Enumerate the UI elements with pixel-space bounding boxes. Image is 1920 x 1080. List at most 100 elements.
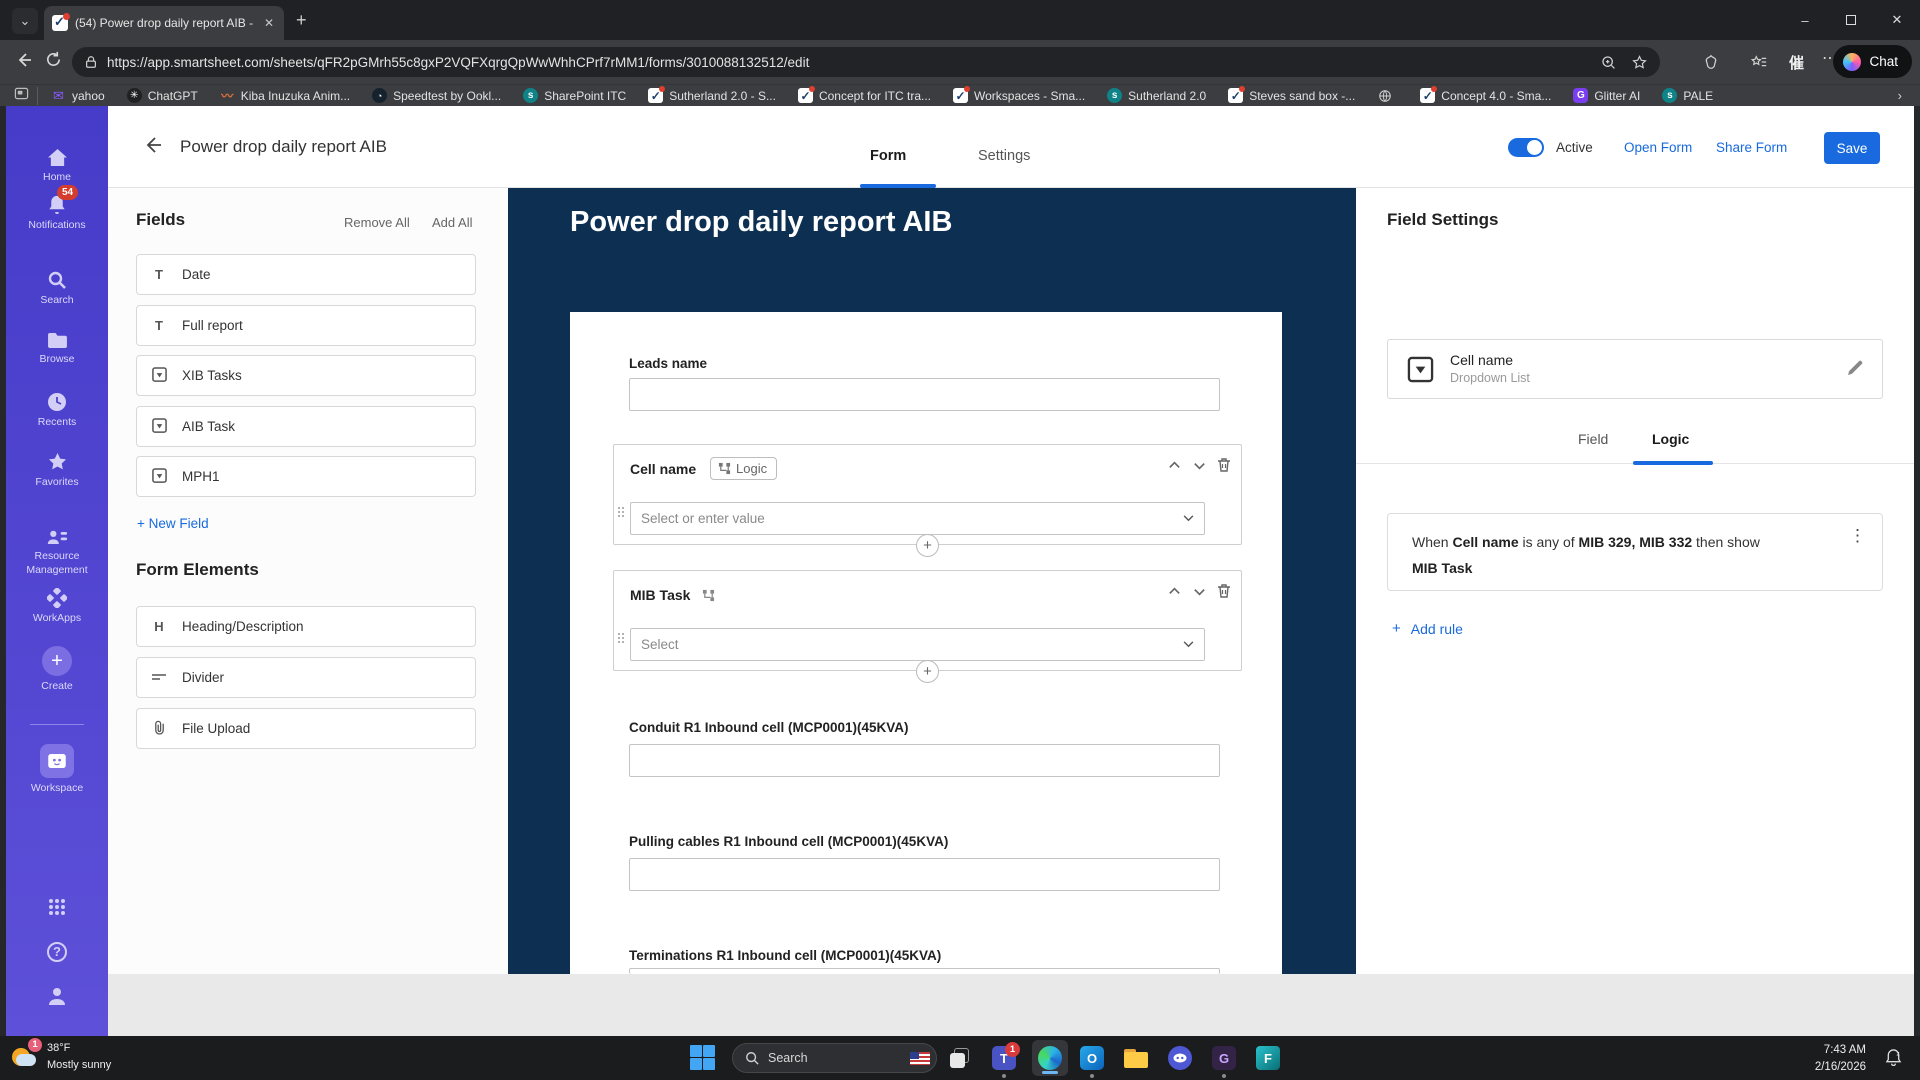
drag-handle[interactable] — [618, 507, 626, 519]
logic-rule-card[interactable]: When Cell name is any of MIB 329, MIB 33… — [1387, 513, 1883, 591]
bookmark-speedtest[interactable]: ◔ Speedtest by Ookl... — [363, 88, 510, 103]
element-file-upload[interactable]: File Upload — [136, 708, 476, 749]
minimize-button[interactable]: – — [1782, 0, 1828, 40]
field-item-full-report[interactable]: T Full report — [136, 305, 476, 346]
taskbar-weather[interactable]: 1 38°F Mostly sunny — [10, 1037, 111, 1073]
browser-tab[interactable]: ✓ (54) Power drop daily report AIB - ✕ — [44, 6, 284, 40]
edge-app-icon[interactable] — [1032, 1040, 1068, 1076]
close-button[interactable]: ✕ — [1874, 0, 1920, 40]
teams-app-icon[interactable]: T 1 — [990, 1042, 1020, 1078]
new-field-link[interactable]: + New Field — [137, 516, 209, 531]
browser-essentials-icon[interactable] — [1702, 53, 1720, 76]
sidebar-item-resource-management[interactable]: Resource Management — [6, 530, 108, 577]
mib-task-select[interactable]: Select — [630, 628, 1205, 661]
move-up-icon[interactable] — [1167, 584, 1182, 599]
move-down-icon[interactable] — [1192, 584, 1207, 599]
bookmarks-overflow-icon[interactable]: › — [1898, 88, 1910, 103]
kanji-extension-icon[interactable]: 催 — [1789, 52, 1804, 73]
tab-form[interactable]: Form — [870, 148, 906, 164]
sidebar-item-create[interactable]: + Create — [6, 646, 108, 694]
add-rule-link[interactable]: + Add rule — [1392, 620, 1463, 637]
bookmark-yahoo[interactable]: ✉ yahoo — [42, 88, 114, 103]
remove-all-link[interactable]: Remove All — [344, 215, 410, 230]
sidebar-apps-grid[interactable] — [6, 898, 108, 916]
bookmark-workspaces[interactable]: ✓ Workspaces - Sma... — [944, 86, 1094, 103]
edit-pencil-icon[interactable] — [1846, 359, 1864, 382]
sidebar-account[interactable] — [6, 986, 108, 1006]
field-item-mph1[interactable]: MPH1 — [136, 456, 476, 497]
move-down-icon[interactable] — [1192, 458, 1207, 473]
sidebar-item-home[interactable]: Home — [6, 148, 108, 185]
field-item-aib-task[interactable]: AIB Task — [136, 406, 476, 447]
bookmark-sutherland-2-s[interactable]: ✓ Sutherland 2.0 - S... — [639, 86, 785, 103]
bookmark-pale[interactable]: s PALE — [1653, 88, 1722, 103]
g-app-icon[interactable]: G — [1210, 1044, 1238, 1078]
open-form-link[interactable]: Open Form — [1624, 140, 1692, 155]
sidebar-item-favorites[interactable]: Favorites — [6, 452, 108, 490]
forms-app-icon[interactable]: F — [1254, 1044, 1282, 1072]
bookmark-chatgpt[interactable]: ✳ ChatGPT — [118, 88, 207, 103]
notification-bell-icon[interactable]: z — [1885, 1048, 1902, 1071]
field-item-date[interactable]: T Date — [136, 254, 476, 295]
mib-task-block[interactable]: MIB Task Select — [613, 570, 1242, 671]
tab-settings[interactable]: Settings — [978, 148, 1030, 164]
field-item-xib-tasks[interactable]: XIB Tasks — [136, 355, 476, 396]
outlook-app-icon[interactable]: O — [1078, 1044, 1106, 1078]
tab-close-icon[interactable]: ✕ — [262, 16, 276, 30]
file-explorer-icon[interactable] — [1122, 1044, 1150, 1072]
sidebar-item-workspace[interactable]: Workspace — [6, 744, 108, 796]
back-arrow-icon[interactable] — [142, 134, 164, 161]
bookmark-concept-4[interactable]: ✓ Concept 4.0 - Sma... — [1411, 86, 1560, 103]
sidebar-item-search[interactable]: Search — [6, 270, 108, 308]
add-all-link[interactable]: Add All — [432, 215, 472, 230]
collections-icon[interactable] — [1750, 53, 1768, 76]
zoom-page-icon[interactable] — [1600, 54, 1617, 71]
conduit-input[interactable] — [629, 744, 1220, 777]
taskbar-search[interactable]: Search — [732, 1043, 937, 1073]
tab-search-button[interactable]: ⌄ — [12, 8, 38, 34]
new-tab-button[interactable]: + — [296, 10, 307, 31]
logic-chip[interactable]: Logic — [710, 457, 778, 480]
add-field-between-button[interactable]: + — [916, 534, 939, 557]
tab-logic[interactable]: Logic — [1652, 431, 1689, 447]
bookmark-glitter-ai[interactable]: G Glitter AI — [1564, 88, 1649, 103]
trash-icon[interactable] — [1217, 457, 1231, 473]
sidebar-item-recents[interactable]: Recents — [6, 392, 108, 430]
url-bar[interactable]: https://app.smartsheet.com/sheets/qFR2pG… — [72, 47, 1660, 77]
share-form-link[interactable]: Share Form — [1716, 140, 1787, 155]
task-view-button[interactable] — [946, 1044, 974, 1072]
pulling-cables-input[interactable] — [629, 858, 1220, 891]
bookmark-sutherland-2[interactable]: s Sutherland 2.0 — [1098, 88, 1215, 103]
active-toggle[interactable] — [1508, 138, 1544, 157]
bookmark-concept-itc[interactable]: ✓ Concept for ITC tra... — [789, 86, 940, 103]
sidebar-item-browse[interactable]: Browse — [6, 332, 108, 367]
taskbar-clock[interactable]: 7:43 AM 2/16/2026 — [1815, 1042, 1866, 1075]
refresh-icon[interactable] — [44, 50, 63, 74]
copilot-chat-button[interactable]: Chat — [1833, 45, 1912, 78]
maximize-button[interactable] — [1828, 0, 1874, 40]
add-field-between-button[interactable]: + — [916, 660, 939, 683]
bookmark-steves-sandbox[interactable]: ✓ Steves sand box -... — [1219, 86, 1364, 103]
bookmark-sharepoint-itc[interactable]: s SharePoint ITC — [514, 88, 635, 103]
discord-app-icon[interactable] — [1166, 1044, 1194, 1072]
bookmark-globe[interactable] — [1368, 88, 1407, 103]
element-heading-description[interactable]: H Heading/Description — [136, 606, 476, 647]
bookmark-star-icon[interactable] — [1631, 54, 1648, 71]
sidebar-help[interactable]: ? — [6, 942, 108, 962]
back-icon[interactable] — [14, 50, 34, 75]
save-button[interactable]: Save — [1824, 132, 1880, 164]
cell-name-select[interactable]: Select or enter value — [630, 502, 1205, 535]
rule-menu-icon[interactable]: ⋮ — [1849, 526, 1866, 546]
leads-name-input[interactable] — [629, 378, 1220, 411]
sidebar-item-notifications[interactable]: 54 Notifications — [6, 185, 108, 233]
sidebar-apps-icon[interactable] — [14, 86, 29, 106]
drag-handle[interactable] — [618, 633, 626, 645]
move-up-icon[interactable] — [1167, 458, 1182, 473]
tab-field[interactable]: Field — [1578, 431, 1608, 447]
trash-icon[interactable] — [1217, 583, 1231, 599]
bookmark-kiba[interactable]: 〰 Kiba Inuzuka Anim... — [211, 88, 359, 104]
sidebar-item-workapps[interactable]: WorkApps — [6, 588, 108, 626]
start-button[interactable] — [690, 1045, 716, 1071]
cell-name-block[interactable]: Cell name Logic Select or enter value — [613, 444, 1242, 545]
element-divider[interactable]: Divider — [136, 657, 476, 698]
